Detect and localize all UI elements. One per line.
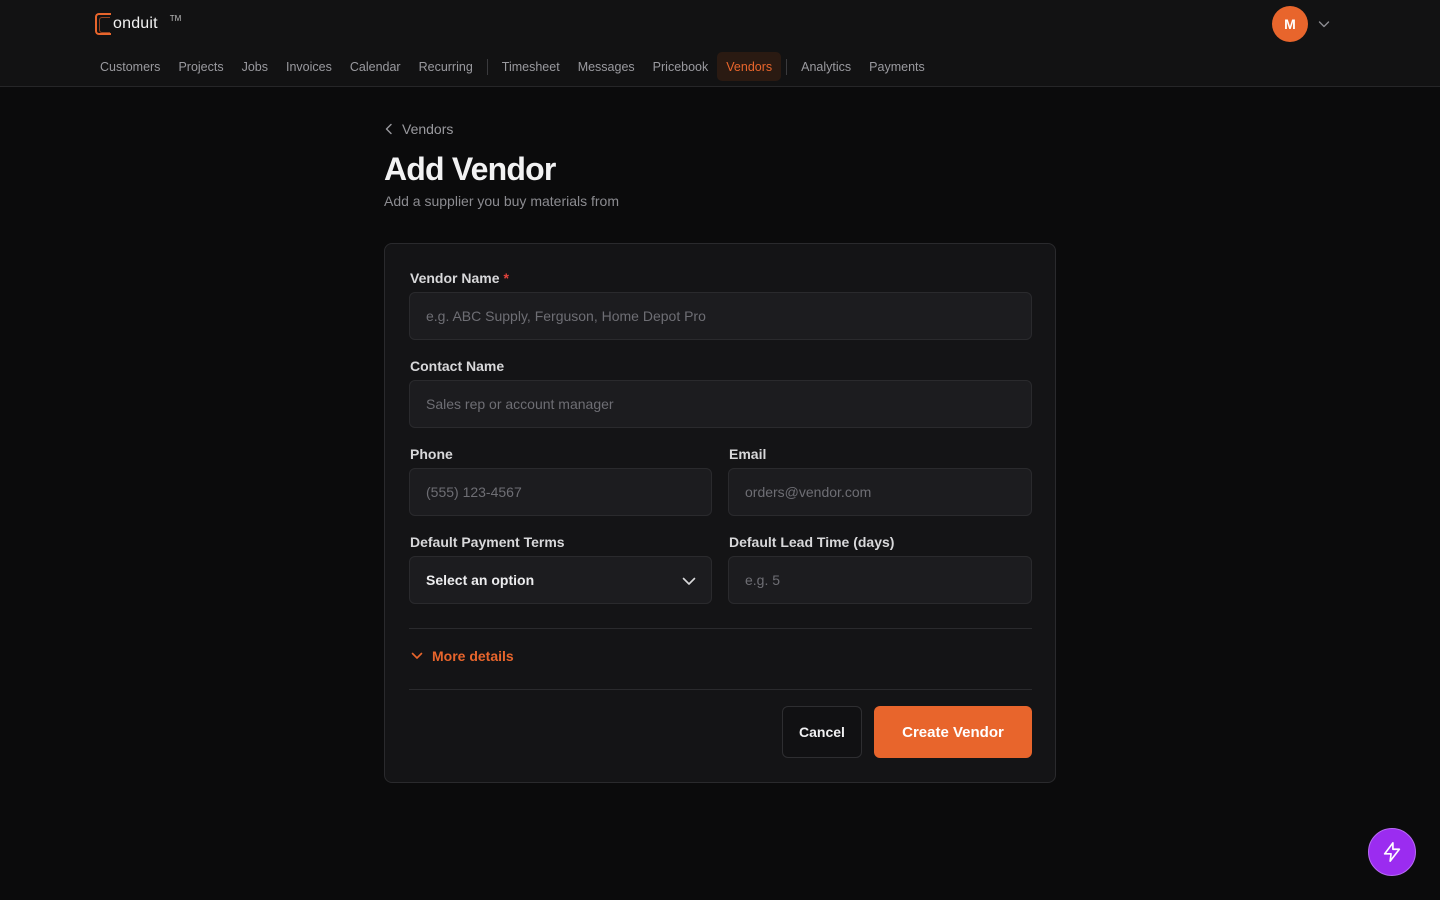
nav-item-projects[interactable]: Projects <box>169 52 232 81</box>
brand-trademark: TM <box>169 13 182 23</box>
contact-name-input[interactable] <box>409 380 1032 428</box>
section-divider <box>409 628 1032 629</box>
payment-terms-value: Select an option <box>426 572 535 588</box>
lead-time-input[interactable] <box>728 556 1032 604</box>
nav-item-timesheet[interactable]: Timesheet <box>493 52 569 81</box>
brand-name: onduit <box>113 15 158 32</box>
vendor-name-label: Vendor Name * <box>410 270 509 286</box>
chevron-down-icon[interactable] <box>1316 16 1332 32</box>
nav-item-vendors[interactable]: Vendors <box>717 52 782 81</box>
phone-input[interactable] <box>409 468 712 516</box>
phone-label: Phone <box>410 446 453 462</box>
cancel-button[interactable]: Cancel <box>782 706 862 758</box>
breadcrumb-label: Vendors <box>402 121 454 137</box>
nav-divider <box>786 58 788 75</box>
vendor-name-input[interactable] <box>409 292 1032 340</box>
vendor-name-label-text: Vendor Name <box>410 270 500 286</box>
main-nav: Customers Projects Jobs Invoices Calenda… <box>91 52 934 81</box>
conduit-logo-icon <box>95 13 111 35</box>
vendor-form-card: Vendor Name* Contact Name Phone Email De… <box>384 243 1056 783</box>
nav-item-payments[interactable]: Payments <box>860 52 934 81</box>
page-title: Add Vendor <box>384 151 556 187</box>
nav-item-jobs[interactable]: Jobs <box>233 52 277 81</box>
footer-divider <box>409 689 1032 690</box>
more-details-label: More details <box>432 648 514 664</box>
chevron-left-icon <box>385 123 392 135</box>
contact-name-label: Contact Name <box>410 358 505 374</box>
nav-item-invoices[interactable]: Invoices <box>277 52 341 81</box>
lightning-icon <box>1383 842 1401 862</box>
nav-divider <box>486 58 488 75</box>
payment-terms-label: Default Payment Terms <box>410 534 565 550</box>
brand-logo[interactable]: onduit TM <box>95 12 181 36</box>
chevron-down-icon <box>411 652 423 659</box>
email-label: Email <box>729 446 767 462</box>
nav-item-analytics[interactable]: Analytics <box>792 52 860 81</box>
top-bar: onduit TM M Customers Projects Jobs Invo… <box>0 0 1440 87</box>
breadcrumb-back[interactable]: Vendors <box>384 120 453 138</box>
chevron-down-icon <box>682 577 696 585</box>
create-vendor-button[interactable]: Create Vendor <box>874 706 1032 758</box>
page-subtitle: Add a supplier you buy materials from <box>384 193 619 209</box>
nav-item-customers[interactable]: Customers <box>91 52 169 81</box>
nav-item-recurring[interactable]: Recurring <box>410 52 482 81</box>
nav-item-calendar[interactable]: Calendar <box>341 52 410 81</box>
nav-item-pricebook[interactable]: Pricebook <box>644 52 718 81</box>
user-avatar[interactable]: M <box>1272 6 1308 42</box>
assistant-fab[interactable] <box>1368 828 1416 876</box>
required-marker: * <box>503 270 509 286</box>
more-details-toggle[interactable]: More details <box>410 646 514 666</box>
email-input[interactable] <box>728 468 1032 516</box>
nav-item-messages[interactable]: Messages <box>569 52 644 81</box>
lead-time-label: Default Lead Time (days) <box>729 534 895 550</box>
payment-terms-select[interactable]: Select an option <box>409 556 712 604</box>
